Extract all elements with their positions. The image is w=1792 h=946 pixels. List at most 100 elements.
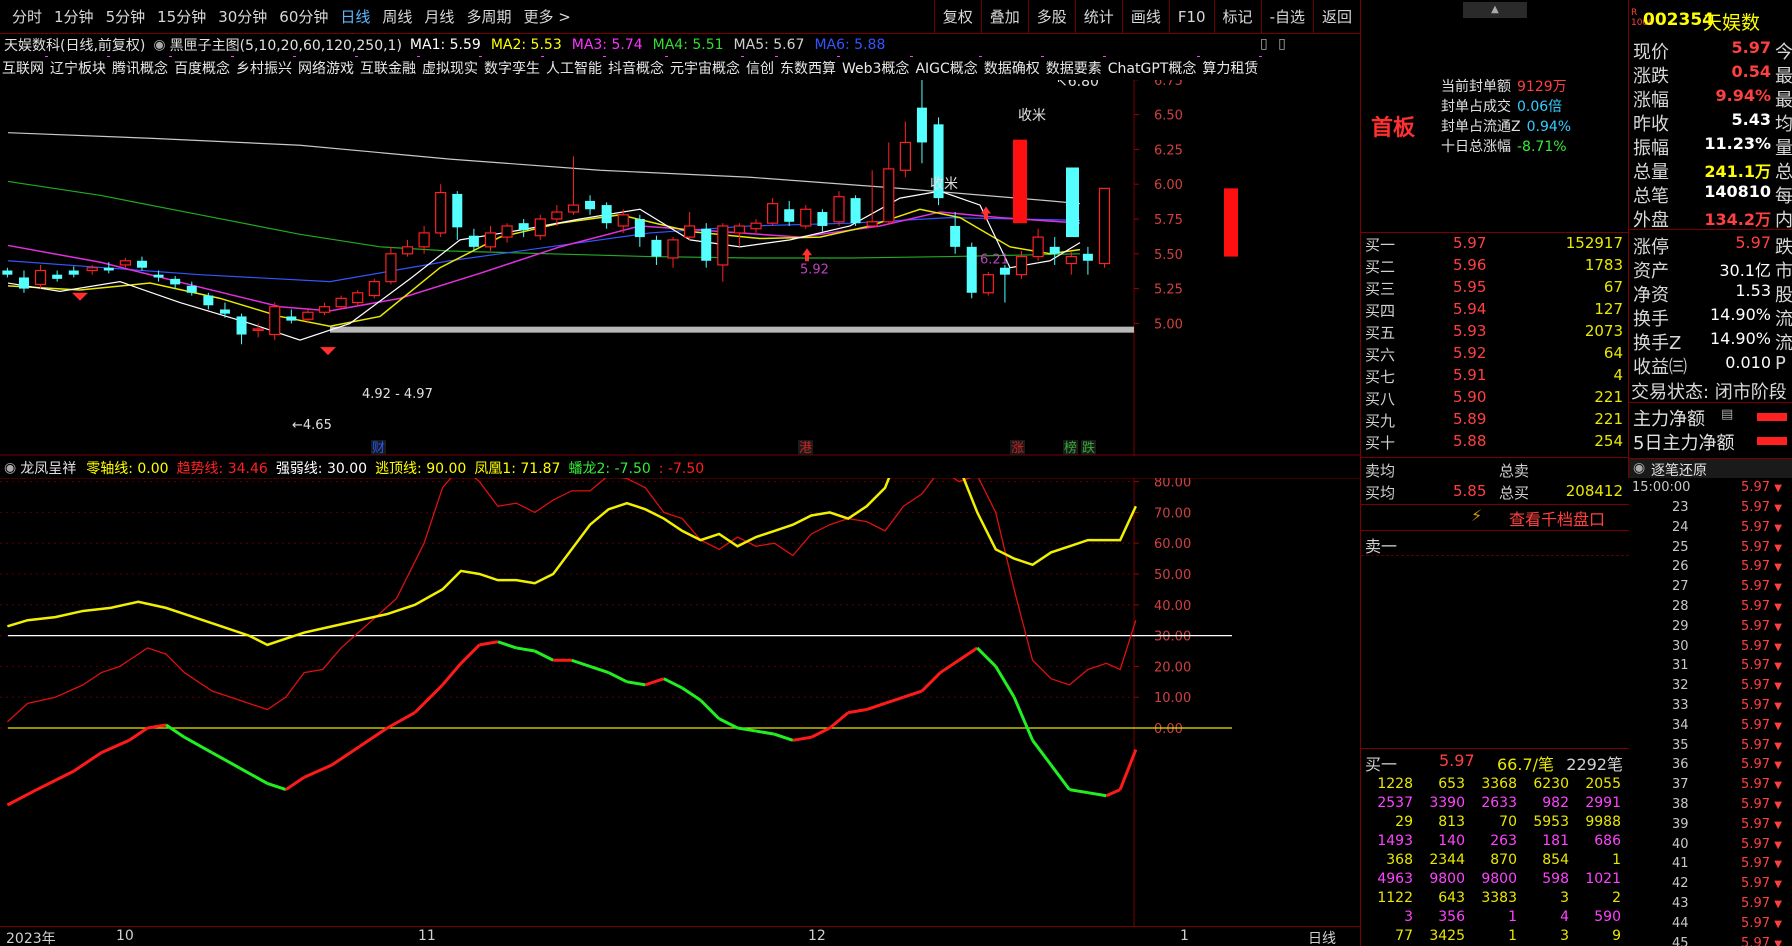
bid-row[interactable]: 买六 5.92 64 bbox=[1361, 344, 1629, 366]
timeframe-tab-7[interactable]: 周线 bbox=[376, 6, 418, 27]
price-chart[interactable]: 7.006.756.506.256.005.755.505.255.00↖6.8… bbox=[0, 80, 1360, 456]
timeframe-tab-10[interactable]: 更多 > bbox=[517, 6, 576, 27]
bid-price: 5.92 bbox=[1453, 344, 1487, 362]
collapse-arrow-icon[interactable]: ▲ bbox=[1463, 2, 1527, 18]
tick-time: 37 bbox=[1672, 777, 1689, 793]
timeframe-tab-6[interactable]: 日线 bbox=[334, 6, 376, 27]
stock-period-label[interactable]: 天娱数科(日线,前复权) bbox=[4, 35, 145, 55]
tool-button-0[interactable]: 复权 bbox=[933, 0, 981, 34]
tool-button-4[interactable]: 画线 bbox=[1121, 0, 1169, 34]
candle-body bbox=[203, 295, 214, 306]
sub-indicator-name[interactable]: 龙凤呈祥 bbox=[20, 458, 76, 478]
queue-cell: 4963 bbox=[1377, 871, 1413, 887]
board-stat-key: 十日总涨幅 bbox=[1441, 139, 1511, 155]
tick-price: 5.97 bbox=[1741, 638, 1770, 654]
tool-button-7[interactable]: -自选 bbox=[1260, 0, 1313, 34]
timeframe-tab-8[interactable]: 月线 bbox=[418, 6, 460, 27]
candle-body bbox=[1032, 236, 1044, 258]
concept-tag[interactable]: 抖音概念 bbox=[608, 56, 668, 78]
period-label[interactable]: 日线 bbox=[1308, 928, 1336, 946]
candle-body bbox=[252, 328, 264, 331]
concept-tag[interactable]: 互联金融 bbox=[360, 56, 420, 78]
concept-tag[interactable]: ChatGPT概念 bbox=[1108, 56, 1200, 78]
bid-row[interactable]: 买九 5.89 221 bbox=[1361, 410, 1629, 432]
event-tag-2[interactable]: 涨 bbox=[1011, 441, 1024, 456]
timeframe-tab-2[interactable]: 5分钟 bbox=[100, 6, 152, 27]
depth-link-text[interactable]: 查看千档盘口 bbox=[1509, 506, 1605, 530]
sub-param-1: 趋势线: 34.46 bbox=[176, 461, 268, 477]
timeframe-tab-3[interactable]: 15分钟 bbox=[151, 6, 212, 27]
sub-indicator-icon[interactable]: ◉ bbox=[4, 460, 16, 476]
event-tag-4[interactable]: 跌 bbox=[1082, 440, 1095, 456]
bid-row[interactable]: 买八 5.90 221 bbox=[1361, 388, 1629, 410]
concept-tag[interactable]: 东数西算 bbox=[780, 56, 840, 78]
sub-param-6: : -7.50 bbox=[658, 461, 705, 477]
concept-tag[interactable]: 百度概念 bbox=[174, 56, 234, 78]
event-tag-0[interactable]: 财 bbox=[372, 441, 385, 456]
queue-header: 买一 5.97 66.7/笔 2292笔 bbox=[1361, 751, 1629, 774]
timeframe-tab-0[interactable]: 分时 bbox=[6, 6, 48, 27]
field-value: 0.010 bbox=[1725, 353, 1771, 372]
minimize-icon[interactable]: ▯ bbox=[1260, 36, 1268, 52]
field-value: 11.23% bbox=[1704, 134, 1771, 153]
concept-tag[interactable]: 数据确权 bbox=[984, 56, 1044, 78]
concept-tag[interactable]: 网络游戏 bbox=[298, 56, 358, 78]
tool-button-2[interactable]: 多股 bbox=[1027, 0, 1075, 34]
depth-link[interactable]: ⚡ 查看千档盘口 bbox=[1361, 506, 1629, 530]
concept-tag[interactable]: 辽宁板块 bbox=[50, 56, 110, 78]
concept-tag[interactable]: 腾讯概念 bbox=[112, 56, 172, 78]
tick-time: 27 bbox=[1672, 579, 1689, 595]
concept-tag[interactable]: 虚拟现实 bbox=[422, 56, 482, 78]
concept-tag[interactable]: 数据要素 bbox=[1046, 56, 1106, 78]
concept-tag[interactable]: 算力租赁 bbox=[1202, 56, 1263, 78]
indicator-dropdown-icon[interactable]: ◉ bbox=[153, 37, 165, 53]
bid-row[interactable]: 买三 5.95 67 bbox=[1361, 278, 1629, 300]
maximize-icon[interactable]: ▯ bbox=[1278, 36, 1286, 52]
down-arrow-icon: ▼ bbox=[1774, 483, 1782, 494]
event-tag-1[interactable]: 港 bbox=[799, 441, 812, 456]
fundamental-field: 收益㈢ 0.010 P bbox=[1629, 353, 1792, 378]
down-arrow-icon: ▼ bbox=[1774, 602, 1782, 613]
concept-tag[interactable]: Web3概念 bbox=[842, 56, 914, 78]
field-tail: 最 bbox=[1775, 66, 1792, 87]
oscillator-chart[interactable]: 100.090.0080.0070.0060.0050.0040.0030.00… bbox=[0, 478, 1360, 926]
concept-tag[interactable]: 人工智能 bbox=[546, 56, 606, 78]
main-indicator-name[interactable]: 黑匣子主图(5,10,20,60,120,250,1) bbox=[170, 35, 402, 55]
tick-price: 5.97 bbox=[1741, 698, 1770, 713]
field-label: 资产 bbox=[1633, 261, 1669, 282]
concept-tag[interactable]: AIGC概念 bbox=[915, 56, 983, 78]
candle-body bbox=[170, 278, 181, 285]
tick-title[interactable]: 逐笔还原 bbox=[1651, 460, 1707, 480]
tick-price: 5.97 bbox=[1741, 678, 1770, 694]
tool-button-5[interactable]: F10 bbox=[1168, 0, 1214, 34]
bid-row[interactable]: 买五 5.93 2073 bbox=[1361, 322, 1629, 344]
field-label: 总量 bbox=[1633, 162, 1669, 183]
tick-collapse-icon[interactable]: ◉ bbox=[1633, 460, 1645, 476]
quote-field: 外盘 134.2万内 bbox=[1629, 206, 1792, 231]
field-label: 涨跌 bbox=[1633, 66, 1669, 87]
tool-button-1[interactable]: 叠加 bbox=[980, 0, 1028, 34]
timeframe-tab-1[interactable]: 1分钟 bbox=[48, 6, 100, 27]
bid-row[interactable]: 买一 5.97 152917 bbox=[1361, 234, 1629, 256]
concept-tag[interactable]: 数字孪生 bbox=[484, 56, 544, 78]
bid-row[interactable]: 买七 5.91 4 bbox=[1361, 366, 1629, 388]
concept-tag[interactable]: 元宇宙概念 bbox=[670, 56, 744, 78]
timeframe-tab-9[interactable]: 多周期 bbox=[460, 6, 517, 27]
tick-price: 5.97 bbox=[1741, 757, 1770, 773]
timeframe-tab-4[interactable]: 30分钟 bbox=[212, 6, 273, 27]
event-tag-3[interactable]: 榜 bbox=[1064, 440, 1077, 456]
quote-field: 涨幅 9.94% 最 bbox=[1629, 86, 1792, 111]
bid-row[interactable]: 买二 5.96 1783 bbox=[1361, 256, 1629, 278]
down-arrow-icon: ▼ bbox=[1774, 641, 1782, 653]
timeframe-tab-5[interactable]: 60分钟 bbox=[273, 6, 334, 27]
bid-row[interactable]: 买十 5.88 254 bbox=[1361, 432, 1629, 454]
bid-price: 5.88 bbox=[1453, 432, 1487, 450]
concept-tag[interactable]: 信创 bbox=[746, 56, 778, 78]
bid-row[interactable]: 买四 5.94 127 bbox=[1361, 300, 1629, 322]
flow-list-icon[interactable]: ▤ bbox=[1721, 407, 1733, 422]
tool-button-8[interactable]: 返回 bbox=[1312, 0, 1360, 34]
concept-tag[interactable]: 乡村振兴 bbox=[236, 56, 296, 78]
tool-button-6[interactable]: 标记 bbox=[1213, 0, 1261, 34]
tool-button-3[interactable]: 统计 bbox=[1074, 0, 1122, 34]
concept-tag[interactable]: 互联网 bbox=[2, 56, 48, 78]
